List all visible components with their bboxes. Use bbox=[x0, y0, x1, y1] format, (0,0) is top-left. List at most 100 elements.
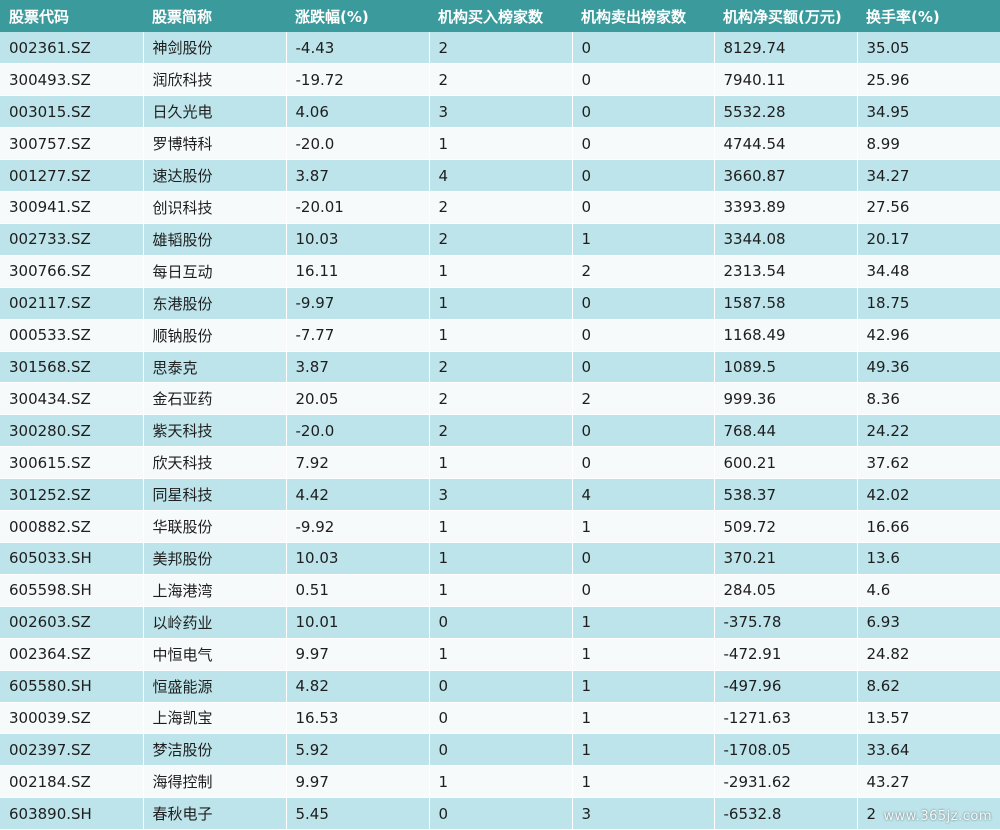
turnover-cell: 34.48 bbox=[857, 255, 1000, 288]
buy-count-cell: 2 bbox=[429, 223, 573, 256]
stock-name-cell: 同星科技 bbox=[143, 478, 287, 512]
table-row[interactable]: 300766.SZ 每日互动 16.11 1 2 2313.54 34.48 bbox=[0, 255, 1000, 288]
turnover-cell: 34.27 bbox=[857, 159, 1000, 193]
change-pct-cell: 9.97 bbox=[286, 765, 430, 799]
table-row[interactable]: 000533.SZ 顺钠股份 -7.77 1 0 1168.49 42.96 bbox=[0, 319, 1000, 352]
buy-count-cell: 3 bbox=[429, 478, 573, 512]
table-row[interactable]: 000882.SZ 华联股份 -9.92 1 1 509.72 16.66 bbox=[0, 510, 1000, 543]
col-header-turnover[interactable]: 换手率(%) bbox=[857, 0, 1000, 32]
stock-name-cell: 思泰克 bbox=[143, 351, 287, 384]
table-row[interactable]: 605598.SH 上海港湾 0.51 1 0 284.05 4.6 bbox=[0, 574, 1000, 607]
buy-count-cell: 1 bbox=[429, 510, 573, 543]
turnover-cell: 13.6 bbox=[857, 542, 1000, 575]
stock-code-cell: 002364.SZ bbox=[0, 638, 144, 671]
col-header-sell-count[interactable]: 机构卖出榜家数 bbox=[572, 0, 714, 32]
stock-code-cell: 605598.SH bbox=[0, 574, 144, 607]
stock-code-cell: 002361.SZ bbox=[0, 32, 144, 65]
sell-count-cell: 2 bbox=[572, 382, 715, 416]
table-row[interactable]: 301568.SZ 思泰克 3.87 2 0 1089.5 49.36 bbox=[0, 351, 1000, 384]
table-row[interactable]: 002733.SZ 雄韬股份 10.03 2 1 3344.08 20.17 bbox=[0, 223, 1000, 256]
header-row: 股票代码 股票简称 涨跌幅(%) 机构买入榜家数 机构卖出榜家数 机构净买额(万… bbox=[0, 0, 1000, 32]
table-row[interactable]: 002184.SZ 海得控制 9.97 1 1 -2931.62 43.27 bbox=[0, 765, 1000, 799]
net-buy-cell: 3660.87 bbox=[714, 159, 858, 193]
table-row[interactable]: 300941.SZ 创识科技 -20.01 2 0 3393.89 27.56 bbox=[0, 191, 1000, 224]
sell-count-cell: 1 bbox=[572, 733, 715, 767]
net-buy-cell: -472.91 bbox=[714, 638, 858, 671]
change-pct-cell: -20.0 bbox=[286, 127, 430, 161]
net-buy-cell: 509.72 bbox=[714, 510, 858, 543]
table-row[interactable]: 300757.SZ 罗博特科 -20.0 1 0 4744.54 8.99 bbox=[0, 127, 1000, 161]
stock-name-cell: 每日互动 bbox=[143, 255, 287, 288]
change-pct-cell: -20.0 bbox=[286, 414, 430, 448]
net-buy-cell: 8129.74 bbox=[714, 32, 858, 65]
buy-count-cell: 1 bbox=[429, 765, 573, 799]
table-row[interactable]: 002117.SZ 东港股份 -9.97 1 0 1587.58 18.75 bbox=[0, 287, 1000, 320]
table-row[interactable]: 003015.SZ 日久光电 4.06 3 0 5532.28 34.95 bbox=[0, 95, 1000, 129]
net-buy-cell: 768.44 bbox=[714, 414, 858, 448]
stock-code-cell: 300493.SZ bbox=[0, 63, 144, 97]
col-header-net-buy[interactable]: 机构净买额(万元) bbox=[714, 0, 857, 32]
net-buy-cell: 7940.11 bbox=[714, 63, 858, 97]
table-row[interactable]: 603890.SH 春秋电子 5.45 0 3 -6532.8 2 bbox=[0, 797, 1000, 830]
sell-count-cell: 0 bbox=[572, 542, 715, 575]
table-row[interactable]: 605033.SH 美邦股份 10.03 1 0 370.21 13.6 bbox=[0, 542, 1000, 575]
col-header-stock-name[interactable]: 股票简称 bbox=[143, 0, 286, 32]
change-pct-cell: 16.11 bbox=[286, 255, 430, 288]
table-row[interactable]: 300615.SZ 欣天科技 7.92 1 0 600.21 37.62 bbox=[0, 446, 1000, 480]
stock-code-cell: 605033.SH bbox=[0, 542, 144, 575]
table-row[interactable]: 002397.SZ 梦洁股份 5.92 0 1 -1708.05 33.64 bbox=[0, 733, 1000, 767]
stock-name-cell: 梦洁股份 bbox=[143, 733, 287, 767]
stock-code-cell: 300039.SZ bbox=[0, 702, 144, 735]
turnover-cell: 8.99 bbox=[857, 127, 1000, 161]
sell-count-cell: 4 bbox=[572, 478, 715, 512]
turnover-cell: 8.62 bbox=[857, 670, 1000, 703]
table-row[interactable]: 002603.SZ 以岭药业 10.01 0 1 -375.78 6.93 bbox=[0, 606, 1000, 639]
table-row[interactable]: 300493.SZ 润欣科技 -19.72 2 0 7940.11 25.96 bbox=[0, 63, 1000, 97]
buy-count-cell: 0 bbox=[429, 733, 573, 767]
sell-count-cell: 0 bbox=[572, 63, 715, 97]
table-row[interactable]: 301252.SZ 同星科技 4.42 3 4 538.37 42.02 bbox=[0, 478, 1000, 512]
turnover-cell: 49.36 bbox=[857, 351, 1000, 384]
net-buy-cell: -2931.62 bbox=[714, 765, 858, 799]
change-pct-cell: 16.53 bbox=[286, 702, 430, 735]
turnover-cell: 42.02 bbox=[857, 478, 1000, 512]
buy-count-cell: 0 bbox=[429, 797, 573, 830]
net-buy-cell: 600.21 bbox=[714, 446, 858, 480]
buy-count-cell: 0 bbox=[429, 670, 573, 703]
stock-code-cell: 300757.SZ bbox=[0, 127, 144, 161]
sell-count-cell: 0 bbox=[572, 414, 715, 448]
table-row[interactable]: 300434.SZ 金石亚药 20.05 2 2 999.36 8.36 bbox=[0, 382, 1000, 416]
change-pct-cell: 0.51 bbox=[286, 574, 430, 607]
col-header-stock-code[interactable]: 股票代码 bbox=[0, 0, 143, 32]
institution-trading-table: 股票代码 股票简称 涨跌幅(%) 机构买入榜家数 机构卖出榜家数 机构净买额(万… bbox=[0, 0, 1000, 830]
net-buy-cell: 1587.58 bbox=[714, 287, 858, 320]
sell-count-cell: 0 bbox=[572, 574, 715, 607]
net-buy-cell: -497.96 bbox=[714, 670, 858, 703]
stock-code-cell: 605580.SH bbox=[0, 670, 144, 703]
change-pct-cell: 3.87 bbox=[286, 159, 430, 193]
col-header-buy-count[interactable]: 机构买入榜家数 bbox=[429, 0, 572, 32]
table-row[interactable]: 002361.SZ 神剑股份 -4.43 2 0 8129.74 35.05 bbox=[0, 32, 1000, 65]
stock-code-cell: 603890.SH bbox=[0, 797, 144, 830]
change-pct-cell: 4.82 bbox=[286, 670, 430, 703]
sell-count-cell: 0 bbox=[572, 95, 715, 129]
stock-name-cell: 雄韬股份 bbox=[143, 223, 287, 256]
buy-count-cell: 1 bbox=[429, 574, 573, 607]
buy-count-cell: 2 bbox=[429, 382, 573, 416]
table-row[interactable]: 300280.SZ 紫天科技 -20.0 2 0 768.44 24.22 bbox=[0, 414, 1000, 448]
net-buy-cell: 999.36 bbox=[714, 382, 858, 416]
turnover-cell: 8.36 bbox=[857, 382, 1000, 416]
sell-count-cell: 0 bbox=[572, 446, 715, 480]
table-row[interactable]: 002364.SZ 中恒电气 9.97 1 1 -472.91 24.82 bbox=[0, 638, 1000, 671]
change-pct-cell: 10.03 bbox=[286, 223, 430, 256]
net-buy-cell: 2313.54 bbox=[714, 255, 858, 288]
table-row[interactable]: 300039.SZ 上海凯宝 16.53 0 1 -1271.63 13.57 bbox=[0, 702, 1000, 735]
stock-name-cell: 美邦股份 bbox=[143, 542, 287, 575]
turnover-cell: 13.57 bbox=[857, 702, 1000, 735]
stock-code-cell: 000533.SZ bbox=[0, 319, 144, 352]
turnover-cell: 27.56 bbox=[857, 191, 1000, 224]
sell-count-cell: 1 bbox=[572, 670, 715, 703]
col-header-change-pct[interactable]: 涨跌幅(%) bbox=[286, 0, 429, 32]
table-row[interactable]: 605580.SH 恒盛能源 4.82 0 1 -497.96 8.62 bbox=[0, 670, 1000, 703]
table-row[interactable]: 001277.SZ 速达股份 3.87 4 0 3660.87 34.27 bbox=[0, 159, 1000, 193]
